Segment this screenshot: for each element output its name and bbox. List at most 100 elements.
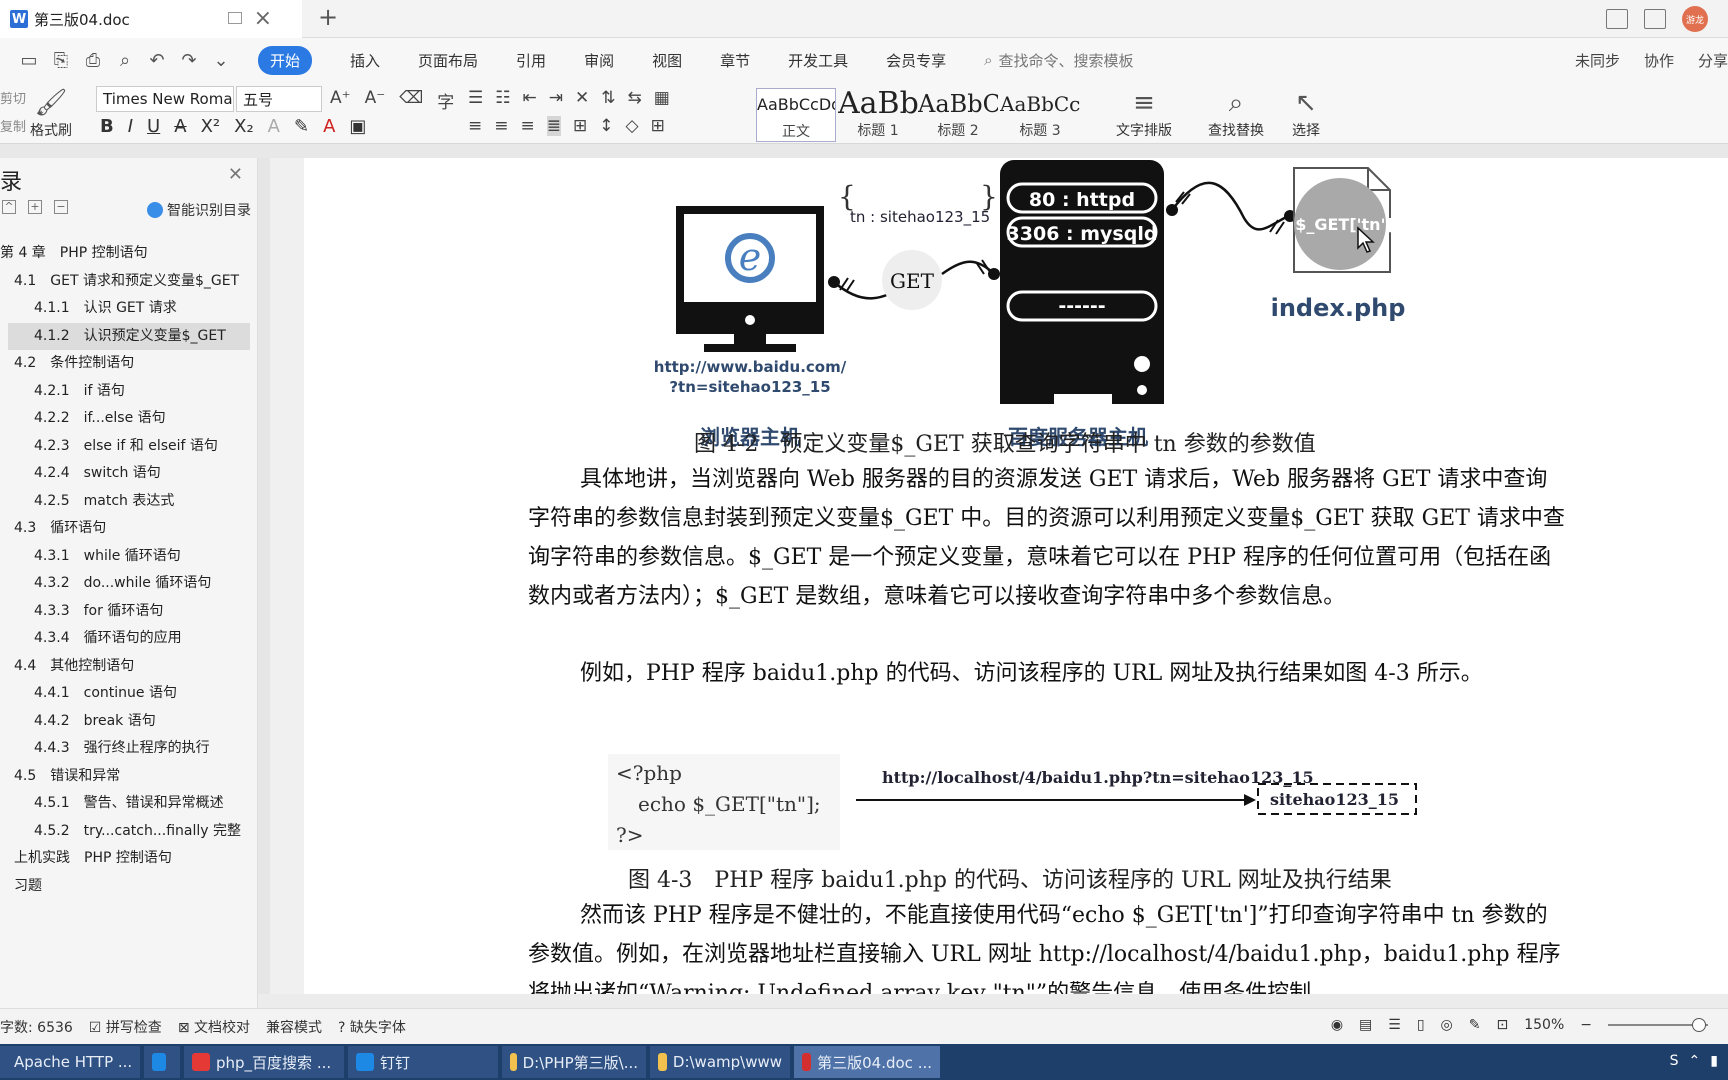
- toc-item[interactable]: 4.4 其他控制语句: [0, 653, 258, 681]
- close-icon[interactable]: ✕: [228, 164, 243, 185]
- menu-page-layout[interactable]: 页面布局: [418, 50, 478, 71]
- smart-toc-button[interactable]: 智能识别目录: [147, 200, 251, 220]
- align-left-icon[interactable]: ≡: [468, 116, 482, 136]
- print-icon[interactable]: ⎙: [82, 50, 104, 71]
- document-tab[interactable]: W 第三版04.doc ×: [0, 0, 302, 38]
- word-count[interactable]: 字数: 6536: [0, 1017, 73, 1037]
- grid-icon[interactable]: [1644, 9, 1666, 29]
- remove-heading-icon[interactable]: −: [54, 200, 68, 214]
- grow-font-icon[interactable]: A⁺: [330, 88, 351, 113]
- menu-developer[interactable]: 开发工具: [788, 50, 848, 71]
- underline-icon[interactable]: U: [147, 116, 160, 137]
- highlight-icon[interactable]: ✎: [294, 116, 309, 137]
- font-color-icon[interactable]: A: [323, 116, 335, 137]
- taskbar-item[interactable]: Apache HTTP ...: [0, 1046, 140, 1078]
- toc-item[interactable]: 4.1 GET 请求和预定义变量$_GET: [0, 268, 258, 296]
- add-heading-icon[interactable]: +: [28, 200, 42, 214]
- toc-item[interactable]: 4.4.3 强行终止程序的执行: [0, 735, 258, 763]
- superscript-icon[interactable]: X²: [201, 116, 221, 137]
- outline-view-icon[interactable]: ☰: [1388, 1017, 1401, 1033]
- toc-item[interactable]: 4.3.4 循环语句的应用: [0, 625, 258, 653]
- toc-item[interactable]: 4.2.3 else if 和 elseif 语句: [0, 433, 258, 461]
- page-view-icon[interactable]: ▤: [1359, 1017, 1372, 1033]
- toc-item[interactable]: 4.3.2 do...while 循环语句: [0, 570, 258, 598]
- shading-icon[interactable]: ◇: [626, 116, 639, 136]
- web-view-icon[interactable]: ◎: [1441, 1017, 1453, 1033]
- text-layout-button[interactable]: ≡ 文字排版: [1116, 88, 1172, 140]
- increase-indent-icon[interactable]: ⇥: [549, 88, 563, 108]
- numbering-icon[interactable]: ☷: [495, 88, 510, 108]
- toc-item[interactable]: 4.3.1 while 循环语句: [0, 543, 258, 571]
- undo-icon[interactable]: ↶: [146, 50, 168, 71]
- up-arrow-icon[interactable]: ⌃: [1689, 1053, 1701, 1069]
- taskbar-item[interactable]: D:\wamp\www: [650, 1046, 790, 1078]
- menu-insert[interactable]: 插入: [350, 50, 380, 71]
- toc-item[interactable]: 4.2 条件控制语句: [0, 350, 258, 378]
- zoom-level[interactable]: 150%: [1524, 1017, 1564, 1033]
- zoom-slider[interactable]: [1608, 1018, 1708, 1032]
- toc-item[interactable]: 4.3 循环语句: [0, 515, 258, 543]
- document-page[interactable]: e GET { tn : sitehao123_15 } 80 : httpd …: [304, 158, 1728, 996]
- text-effect-icon[interactable]: A: [268, 116, 280, 137]
- sync-status[interactable]: 未同步: [1575, 50, 1620, 71]
- bullets-icon[interactable]: ☰: [468, 88, 483, 108]
- subscript-icon[interactable]: X₂: [234, 116, 254, 137]
- read-view-icon[interactable]: ▯: [1417, 1017, 1425, 1033]
- toc-item[interactable]: 4.5.2 try...catch...finally 完整: [0, 818, 258, 846]
- menu-home[interactable]: 开始: [258, 45, 313, 75]
- toc-item[interactable]: 第 4 章 PHP 控制语句: [0, 240, 258, 268]
- align-center-icon[interactable]: ≡: [494, 116, 508, 136]
- menu-view[interactable]: 视图: [652, 50, 682, 71]
- toc-item[interactable]: 4.1.1 认识 GET 请求: [0, 295, 258, 323]
- toc-item[interactable]: 4.1.2 认识预定义变量$_GET: [8, 322, 250, 350]
- horizontal-scrollbar[interactable]: [258, 994, 1728, 1008]
- toc-item[interactable]: 4.3.3 for 循环语句: [0, 598, 258, 626]
- redo-icon[interactable]: ↷: [178, 50, 200, 71]
- more-icon[interactable]: ⌄: [210, 50, 232, 71]
- show-marks-icon[interactable]: ⇆: [628, 88, 642, 108]
- toc-item[interactable]: 4.2.1 if 语句: [0, 378, 258, 406]
- toc-item[interactable]: 习题: [0, 873, 258, 901]
- toc-item[interactable]: 4.2.5 match 表达式: [0, 488, 258, 516]
- layout-icon[interactable]: [1606, 9, 1628, 29]
- export-icon[interactable]: ⎘: [50, 50, 72, 71]
- collaborate-button[interactable]: 协作: [1644, 50, 1674, 71]
- missing-font-button[interactable]: ? 缺失字体: [338, 1017, 406, 1037]
- menu-references[interactable]: 引用: [516, 50, 546, 71]
- taskbar-item[interactable]: D:\PHP第三版\...: [502, 1046, 646, 1078]
- menu-member[interactable]: 会员专享: [886, 50, 946, 71]
- spell-check-button[interactable]: ☑ 拼写检查: [89, 1017, 162, 1037]
- menu-review[interactable]: 审阅: [584, 50, 614, 71]
- distributed-icon[interactable]: ⊞: [573, 116, 587, 136]
- find-replace-button[interactable]: ⌕ 查找替换: [1208, 88, 1264, 140]
- line-spacing-icon[interactable]: ↕: [599, 116, 613, 136]
- menu-section[interactable]: 章节: [720, 50, 750, 71]
- bold-icon[interactable]: B: [100, 116, 114, 137]
- save-icon[interactable]: ▭: [18, 50, 40, 71]
- toc-item[interactable]: 4.2.2 if...else 语句: [0, 405, 258, 433]
- edit-icon[interactable]: ✎: [1469, 1017, 1481, 1033]
- phonetic-icon[interactable]: 字: [437, 88, 454, 113]
- format-painter-button[interactable]: 🖌 格式刷: [30, 88, 72, 140]
- style-normal[interactable]: AaBbCcDd 正文: [756, 88, 836, 142]
- italic-icon[interactable]: I: [128, 116, 133, 137]
- decrease-indent-icon[interactable]: ⇤: [523, 88, 537, 108]
- taskbar-item[interactable]: php_百度搜索 ...: [184, 1046, 344, 1078]
- copy-button[interactable]: 复制: [0, 116, 26, 135]
- toc-item[interactable]: 4.2.4 switch 语句: [0, 460, 258, 488]
- align-right-icon[interactable]: ≡: [521, 116, 535, 136]
- taskbar-item[interactable]: 第三版04.doc ...: [794, 1046, 940, 1078]
- network-icon[interactable]: ▮: [1710, 1053, 1718, 1069]
- strikethrough-icon[interactable]: A: [174, 116, 186, 137]
- doc-check-button[interactable]: ⊠ 文档校对: [178, 1017, 250, 1037]
- style-heading-2[interactable]: AaBbC 标题 2: [918, 88, 998, 142]
- tab-icon[interactable]: ▦: [654, 88, 670, 108]
- ime-icon[interactable]: S: [1670, 1053, 1679, 1069]
- preview-icon[interactable]: ⌕: [114, 50, 136, 71]
- taskbar-item[interactable]: 钉钉: [348, 1046, 498, 1078]
- zoom-out-icon[interactable]: −: [1580, 1017, 1592, 1033]
- toc-item[interactable]: 4.4.2 break 语句: [0, 708, 258, 736]
- eye-icon[interactable]: ◉: [1331, 1017, 1343, 1033]
- justify-icon[interactable]: ≣: [546, 116, 561, 136]
- font-size-select[interactable]: 五号: [236, 86, 322, 112]
